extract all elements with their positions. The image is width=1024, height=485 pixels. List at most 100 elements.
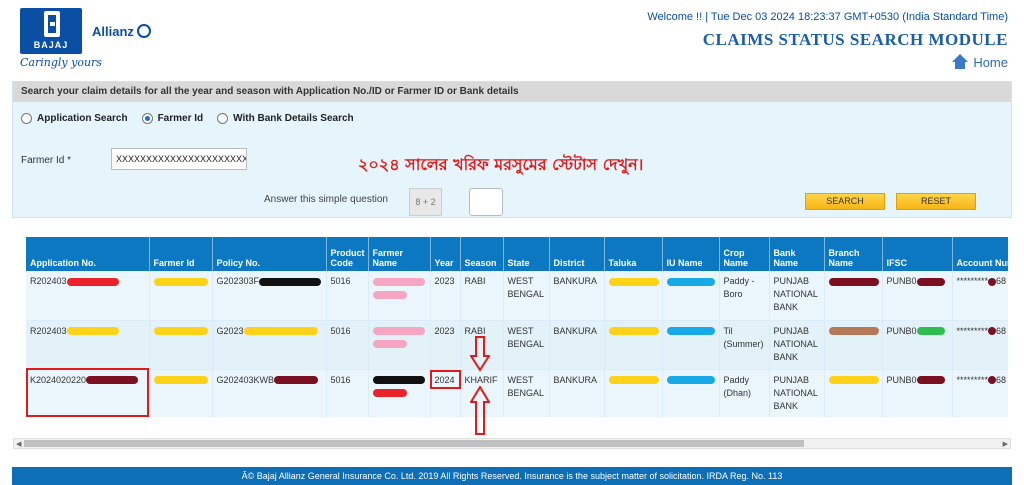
scroll-right-icon[interactable]: ▶: [1003, 440, 1008, 448]
page-header: BAJAJ Allianz Caringly yours Welcome !! …: [0, 0, 1024, 78]
cell-farmer-id: [149, 271, 213, 321]
col-policy-no: Policy No.: [212, 237, 327, 271]
down-arrow-icon: [470, 336, 490, 372]
up-arrow-icon: [470, 386, 490, 435]
col-district: District: [549, 237, 605, 271]
farmer-id-input[interactable]: XXXXXXXXXXXXXXXXXXXXXXX: [111, 148, 247, 170]
welcome-text: Welcome !! | Tue Dec 03 2024 18:23:37 GM…: [647, 11, 1008, 23]
reset-button[interactable]: RESET: [896, 193, 976, 210]
cell-policy-no: G2023: [212, 320, 327, 370]
cell-application-no: R202403: [26, 320, 150, 370]
cell-year: 2023: [430, 271, 461, 321]
cell-farmer-id: [149, 369, 213, 417]
search-type-radios: Application Search Farmer Id With Bank D…: [21, 113, 354, 124]
col-ifsc: IFSC: [882, 237, 953, 271]
radio-bank-details-search[interactable]: With Bank Details Search: [217, 113, 354, 124]
cell-season: RABI: [460, 271, 504, 321]
cell-state: WEST BENGAL: [503, 369, 550, 417]
col-year: Year: [430, 237, 461, 271]
search-panel: Search your claim details for all the ye…: [12, 81, 1012, 218]
table-row: R202403 G202303F 5016 2023 RABI WEST BEN…: [26, 271, 1008, 321]
table-header-row: Application No. Farmer Id Policy No. Pro…: [26, 237, 1008, 271]
cell-bank-name: PUNJAB NATIONAL BANK: [769, 369, 825, 417]
home-link[interactable]: Home: [951, 54, 1008, 70]
captcha-display: 8 + 2: [409, 188, 442, 216]
cell-bank-name: PUNJAB NATIONAL BANK: [769, 320, 825, 370]
horizontal-scrollbar[interactable]: ◀ ▶: [13, 438, 1011, 449]
cell-district: BANKURA: [549, 369, 605, 417]
logo-text: BAJAJ: [33, 40, 69, 50]
cell-crop-name: Paddy - Boro: [719, 271, 770, 321]
cell-taluka: [604, 320, 663, 370]
scrollbar-thumb[interactable]: [24, 440, 804, 447]
col-iu-name: IU Name: [662, 237, 720, 271]
allianz-brand: Allianz: [92, 24, 151, 39]
cell-state: WEST BENGAL: [503, 320, 550, 370]
search-button[interactable]: SEARCH: [805, 193, 885, 210]
col-state: State: [503, 237, 550, 271]
cell-taluka: [604, 369, 663, 417]
home-label: Home: [973, 54, 1008, 70]
cell-taluka: [604, 271, 663, 321]
bengali-annotation: ২০২৪ সালের খরিফ মরসুমের স্টেটাস দেখুন।: [358, 155, 644, 174]
col-taluka: Taluka: [604, 237, 663, 271]
captcha-question-label: Answer this simple question: [264, 194, 388, 205]
cell-branch-name: [824, 271, 883, 321]
table-row: K2024020220 G202403KWB 5016 2024 KHARIF …: [26, 369, 1008, 417]
bajaj-logo[interactable]: BAJAJ: [20, 8, 82, 54]
farmer-id-label: Farmer Id *: [21, 155, 72, 166]
col-crop-name: Crop Name: [719, 237, 770, 271]
allianz-eagle-icon: [136, 24, 151, 38]
cell-ifsc: PUNB0: [882, 271, 953, 321]
cell-iu-name: [662, 320, 720, 370]
tagline: Caringly yours: [20, 56, 102, 69]
col-season: Season: [460, 237, 504, 271]
cell-farmer-name: [368, 320, 431, 370]
radio-application-dot[interactable]: [21, 113, 32, 124]
radio-bank-dot[interactable]: [217, 113, 229, 124]
cell-farmer-name: [368, 271, 431, 321]
results-table: Application No. Farmer Id Policy No. Pro…: [26, 237, 1008, 417]
cell-account-number: ********* 68: [952, 369, 1008, 417]
cell-account-number: ********* 68: [952, 271, 1008, 321]
cell-bank-name: PUNJAB NATIONAL BANK: [769, 271, 825, 321]
page-title: CLAIMS STATUS SEARCH MODULE: [702, 30, 1008, 49]
cell-ifsc: PUNB0: [882, 369, 953, 417]
cell-state: WEST BENGAL: [503, 271, 550, 321]
results-table-container: Application No. Farmer Id Policy No. Pro…: [26, 237, 1008, 417]
col-product-code: Product Code: [326, 237, 369, 271]
cell-district: BANKURA: [549, 320, 605, 370]
col-application-no: Application No.: [26, 237, 150, 271]
cell-application-no: R202403: [26, 271, 150, 321]
cell-iu-name: [662, 271, 720, 321]
table-row: R202403 G2023 5016 2023 RABI WEST BENGAL…: [26, 320, 1008, 370]
cell-farmer-name: [368, 369, 431, 417]
cell-policy-no: G202403KWB: [212, 369, 327, 417]
bajaj-b-icon: [44, 11, 60, 37]
cell-crop-name: Til (Summer): [719, 320, 770, 370]
highlight-application-box: [26, 368, 149, 417]
col-farmer-id: Farmer Id: [149, 237, 213, 271]
radio-application-search[interactable]: Application Search: [21, 113, 128, 124]
cell-product-code: 5016: [326, 271, 369, 321]
radio-farmer-id[interactable]: Farmer Id: [141, 113, 203, 124]
search-panel-title: Search your claim details for all the ye…: [13, 82, 1011, 102]
cell-account-number: ********* 68: [952, 320, 1008, 370]
cell-crop-name: Paddy (Dhan): [719, 369, 770, 417]
col-branch-name: Branch Name: [824, 237, 883, 271]
cell-year: 2023: [430, 320, 461, 370]
highlight-year-box: [430, 370, 461, 389]
col-bank-name: Bank Name: [769, 237, 825, 271]
home-icon: [951, 54, 969, 70]
cell-product-code: 5016: [326, 320, 369, 370]
page-footer: Â© Bajaj Allianz General Insurance Co. L…: [12, 467, 1012, 485]
cell-product-code: 5016: [326, 369, 369, 417]
cell-policy-no: G202303F: [212, 271, 327, 321]
scroll-left-icon[interactable]: ◀: [16, 440, 21, 448]
cell-farmer-id: [149, 320, 213, 370]
cell-district: BANKURA: [549, 271, 605, 321]
cell-branch-name: [824, 369, 883, 417]
col-farmer-name: Farmer Name: [368, 237, 431, 271]
radio-farmer-dot[interactable]: [141, 113, 153, 124]
captcha-answer-input[interactable]: [469, 188, 503, 216]
